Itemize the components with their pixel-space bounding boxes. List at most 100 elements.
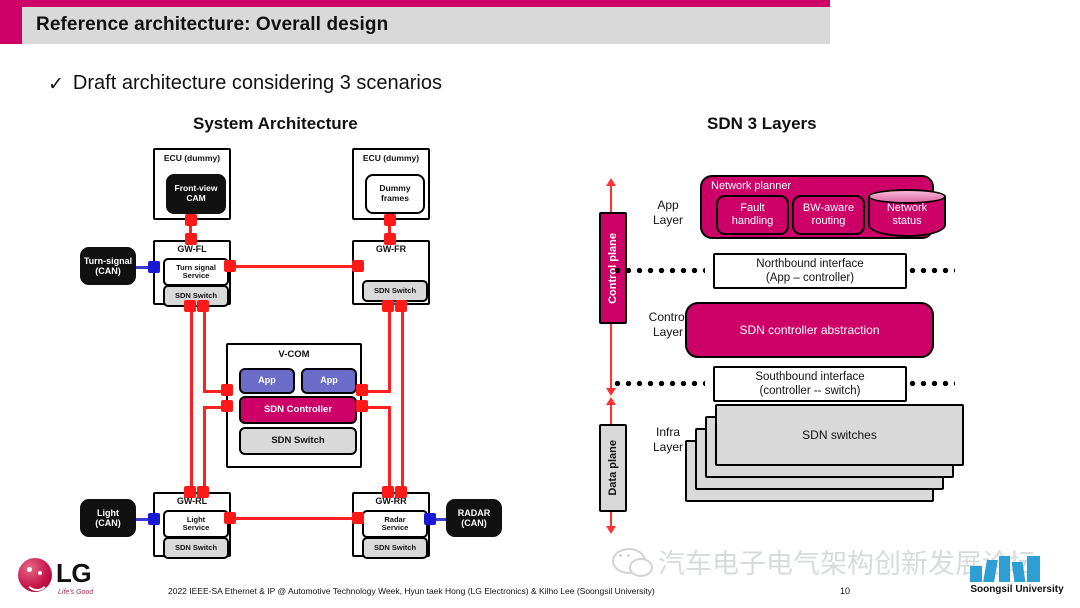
soongsil-university-name: Soongsil University: [970, 584, 1064, 595]
gw-fr-title: GW-FR: [375, 244, 407, 254]
bw-aware-routing-module[interactable]: BW-aware routing: [792, 195, 865, 235]
page-number: 10: [840, 586, 851, 596]
soongsil-mark-icon: [970, 556, 1042, 582]
lg-nose-dot: [27, 567, 32, 572]
turn-signal-service-label: Turn signal Service: [176, 262, 216, 280]
data-plane-bar: Data plane: [599, 424, 627, 512]
vcom-sdn-controller[interactable]: SDN Controller: [239, 396, 357, 424]
sdn-switches[interactable]: SDN switches: [715, 404, 964, 466]
bw-aware-routing-label: BW-aware routing: [802, 202, 855, 227]
northbound-line2: (App – controller): [765, 272, 855, 284]
port-vcom-left-upper: [221, 384, 233, 396]
port-ecufl-out: [185, 214, 197, 226]
gateway-rear-left[interactable]: GW-RL Light Service SDN Switch: [153, 492, 231, 559]
data-plane-arrow-up-line: [610, 404, 612, 426]
port-gwfl-right: [224, 260, 236, 272]
southbound-interface[interactable]: Southbound interface (controller -- swit…: [713, 366, 907, 402]
can-radar-label: RADAR (CAN): [457, 507, 491, 528]
lg-tagline: Life's Good: [58, 589, 94, 596]
wire-gwfr-gwrr: [401, 305, 404, 505]
port-can-radar: [424, 513, 436, 525]
wechat-icon: [612, 548, 653, 577]
port-gwfl-bottom-1: [184, 300, 196, 312]
dotted-line-northbound-left: [612, 268, 705, 273]
radar-service[interactable]: Radar Service: [362, 510, 428, 538]
gw-rr-title: GW-RR: [375, 496, 407, 506]
gw-fl-sdn-switch[interactable]: SDN Switch: [163, 285, 229, 307]
system-architecture-diagram: ECU (dummy) Front-view CAM ECU (dummy) Du…: [0, 0, 560, 608]
dotted-line-southbound-left: [612, 381, 705, 386]
ecu-fl-title: ECU (dummy): [163, 153, 221, 163]
radar-service-label: Radar Service: [381, 514, 409, 532]
data-plane-arrow-down-head: [606, 526, 616, 534]
gw-fr-sdn-switch[interactable]: SDN Switch: [362, 280, 428, 302]
control-plane-arrow-up-head: [606, 178, 616, 186]
control-plane-arrow-up-line: [610, 186, 612, 214]
layer-label-app: App Layer: [652, 198, 684, 227]
control-plane-arrow-down-head: [606, 388, 616, 396]
front-view-cam-block[interactable]: Front-view CAM: [166, 174, 226, 214]
fault-handling-module[interactable]: Fault handling: [716, 195, 789, 235]
gw-rl-sdn-switch[interactable]: SDN Switch: [163, 537, 229, 559]
data-plane-arrow-up-head: [606, 397, 616, 405]
front-view-cam-label: Front-view CAM: [174, 183, 218, 203]
port-gwrr-left: [352, 512, 364, 524]
gateway-front-right[interactable]: GW-FR SDN Switch: [352, 240, 430, 305]
vcom-app-left[interactable]: App: [239, 368, 295, 394]
data-plane-label: Data plane: [607, 440, 619, 496]
gw-rl-title: GW-RL: [176, 496, 208, 506]
port-gwrl-top-2: [197, 486, 209, 498]
fault-handling-label: Fault handling: [731, 202, 774, 227]
port-vcom-right-upper: [356, 384, 368, 396]
southbound-line1: Southbound interface: [755, 370, 865, 383]
port-gwfl-bottom-2: [197, 300, 209, 312]
lg-face-icon: [18, 558, 52, 592]
ecu-front-right[interactable]: ECU (dummy) Dummy frames: [352, 148, 430, 220]
turn-signal-service[interactable]: Turn signal Service: [163, 258, 229, 286]
network-planner[interactable]: Network planner Fault handling BW-aware ro…: [700, 175, 946, 239]
vcom-sdn-switch[interactable]: SDN Switch: [239, 427, 357, 455]
northbound-line1: Northbound interface: [756, 257, 864, 270]
can-light-label: Light (CAN): [95, 507, 121, 528]
northbound-interface[interactable]: Northbound interface (App – controller): [713, 253, 907, 289]
network-status-label: Network status: [886, 202, 928, 227]
port-vcom-left-lower: [221, 400, 233, 412]
can-turn-signal-label: Turn-signal (CAN): [83, 255, 133, 276]
can-node-turn-signal[interactable]: Turn-signal (CAN): [80, 247, 136, 285]
gw-rr-sdn-switch[interactable]: SDN Switch: [362, 537, 428, 559]
gateway-rear-right[interactable]: GW-RR Radar Service SDN Switch: [352, 492, 430, 559]
gw-fl-title: GW-FL: [177, 244, 207, 254]
can-node-radar[interactable]: RADAR (CAN): [446, 499, 502, 537]
wechat-bubble-small: [629, 558, 653, 577]
control-plane-arrow-down-line: [610, 318, 612, 390]
gateway-front-left[interactable]: GW-FL Turn signal Service SDN Switch: [153, 240, 231, 307]
lg-logo: LG Life's Good: [18, 556, 118, 600]
southbound-line2: (controller -- switch): [759, 385, 861, 397]
light-service[interactable]: Light Service: [163, 510, 229, 538]
port-gwfr-left: [352, 260, 364, 272]
sdn-controller-abstraction[interactable]: SDN controller abstraction: [685, 302, 934, 358]
dummy-frames-block[interactable]: Dummy frames: [365, 174, 425, 214]
port-gwfr-top: [384, 233, 396, 245]
can-node-light[interactable]: Light (CAN): [80, 499, 136, 537]
port-gwrl-right: [224, 512, 236, 524]
wire-gwfl-vcom-v: [203, 305, 206, 393]
slide-root: Reference architecture: Overall design ✓…: [0, 0, 1080, 608]
v-com-unit[interactable]: V-COM App App SDN Controller SDN Switch: [226, 343, 362, 468]
dotted-line-northbound-right: [907, 268, 955, 273]
sdn-layers-diagram: Control plane Data plane App Layer Contro…: [560, 0, 1080, 608]
vcom-app-right[interactable]: App: [301, 368, 357, 394]
footer-citation: 2022 IEEE-SA Ethernet & IP @ Automotive …: [168, 586, 655, 596]
wire-gwfr-vcom-v: [388, 305, 391, 393]
ecu-fr-title: ECU (dummy): [362, 153, 420, 163]
wire-gwfl-gwfr: [228, 265, 360, 268]
port-can-turnsignal: [148, 261, 160, 273]
ecu-front-left[interactable]: ECU (dummy) Front-view CAM: [153, 148, 231, 220]
port-gwfr-bottom-2: [395, 300, 407, 312]
network-status-datastore[interactable]: Network status: [868, 189, 946, 237]
lg-smile-arc: [25, 573, 49, 591]
port-vcom-right-lower: [356, 400, 368, 412]
port-gwrr-top-2: [395, 486, 407, 498]
vcom-title: V-COM: [278, 349, 310, 360]
dotted-line-southbound-right: [907, 381, 955, 386]
